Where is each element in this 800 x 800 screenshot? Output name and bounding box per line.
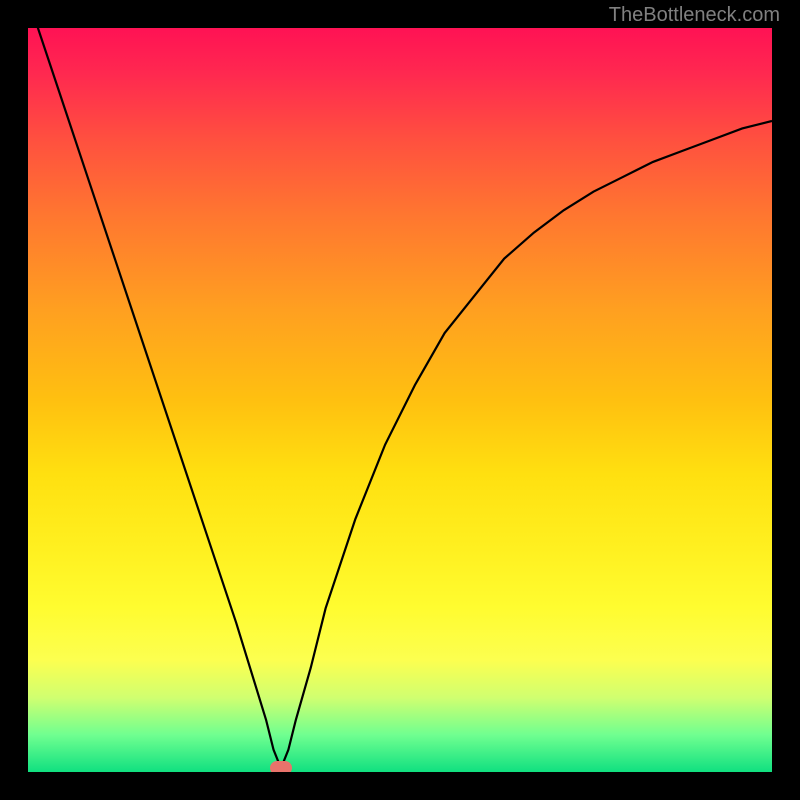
- optimal-marker-icon: [270, 761, 292, 772]
- bottleneck-curve: [28, 28, 772, 772]
- watermark-text: TheBottleneck.com: [609, 4, 780, 27]
- plot-area: [28, 28, 772, 772]
